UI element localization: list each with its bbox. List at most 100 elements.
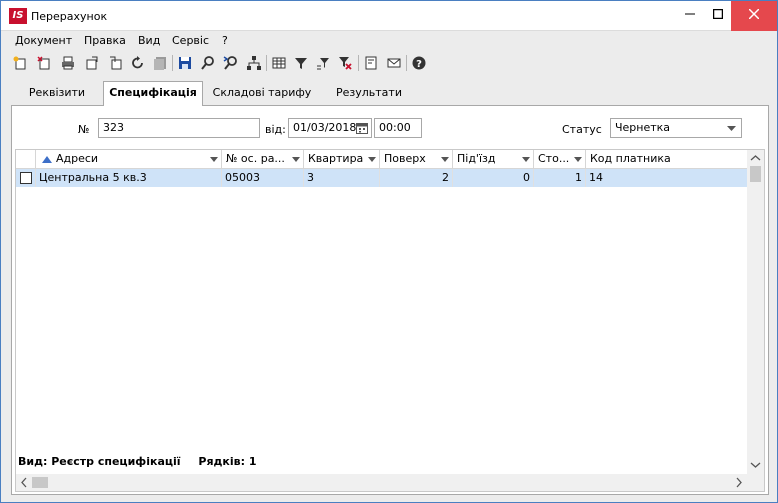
horizontal-scrollbar[interactable]	[16, 474, 747, 491]
scroll-thumb[interactable]	[750, 166, 761, 182]
table-cell[interactable]: 1	[534, 169, 586, 187]
maximize-icon	[712, 8, 724, 20]
menu-edit[interactable]: Правка	[84, 34, 126, 47]
clear-filter-button[interactable]	[336, 54, 354, 72]
refresh-button[interactable]	[129, 54, 147, 72]
find-next-button[interactable]	[222, 54, 240, 72]
help-icon: ?	[412, 56, 426, 70]
column-header-label: Адреси	[56, 152, 99, 165]
help-button[interactable]: ?	[410, 54, 428, 72]
column-header-riser[interactable]: Сто...	[534, 150, 586, 169]
column-header-address[interactable]: Адреси	[36, 150, 222, 169]
copy-doc-button[interactable]	[35, 54, 53, 72]
table-cell[interactable]: 05003	[222, 169, 304, 187]
table-icon	[272, 57, 286, 69]
row-checkbox[interactable]	[20, 172, 32, 184]
scroll-down-icon[interactable]	[747, 459, 764, 471]
column-header-account[interactable]: № ос. ра...	[222, 150, 304, 169]
mail-button[interactable]	[385, 54, 403, 72]
print-icon	[62, 56, 74, 70]
column-dropdown-icon[interactable]	[292, 157, 300, 162]
tab-results[interactable]: Результати	[321, 83, 417, 105]
title-bar: IS Перерахунок	[1, 1, 777, 31]
table-cell[interactable]: Центральна 5 кв.3	[36, 169, 222, 187]
document-button[interactable]	[362, 54, 380, 72]
table-cell[interactable]: 14	[586, 169, 747, 187]
maximize-button[interactable]	[703, 1, 733, 31]
window-title: Перерахунок	[31, 10, 108, 23]
row-count: Рядків: 1	[198, 455, 257, 468]
tab-tariff-components[interactable]: Складові тарифу	[205, 83, 319, 105]
column-dropdown-icon[interactable]	[522, 157, 530, 162]
row-select-cell[interactable]	[16, 169, 36, 187]
save-button[interactable]	[176, 54, 194, 72]
status-value: Чернетка	[615, 121, 671, 134]
hierarchy-button[interactable]	[245, 54, 263, 72]
scroll-up-icon[interactable]	[747, 152, 764, 164]
close-icon	[748, 8, 760, 20]
table-cell[interactable]: 2	[380, 169, 453, 187]
main-window: IS Перерахунок Документ Правка Вид Серві…	[0, 0, 778, 503]
toolbar-separator	[406, 55, 407, 71]
clear-filter-icon	[339, 57, 352, 70]
mail-icon	[387, 58, 401, 68]
minimize-icon	[685, 13, 695, 15]
filter-button[interactable]	[292, 54, 310, 72]
column-dropdown-icon[interactable]	[210, 157, 218, 162]
new-doc-icon	[13, 56, 26, 70]
menu-view[interactable]: Вид	[138, 34, 160, 47]
scroll-thumb[interactable]	[32, 477, 48, 488]
menu-document[interactable]: Документ	[15, 34, 72, 47]
table-button[interactable]	[270, 54, 288, 72]
column-header-label: Код платника	[590, 152, 671, 165]
disabled-button[interactable]	[151, 54, 169, 72]
filter-options-button[interactable]	[314, 54, 332, 72]
copy-doc-icon	[37, 56, 50, 70]
scroll-right-icon[interactable]	[733, 474, 745, 491]
print-button[interactable]	[59, 54, 77, 72]
column-dropdown-icon[interactable]	[441, 157, 449, 162]
date-field[interactable]: 01/03/2018	[288, 118, 372, 138]
status-select[interactable]: Чернетка	[610, 118, 742, 138]
scroll-left-icon[interactable]	[18, 474, 30, 491]
disabled-icon	[154, 57, 166, 70]
column-header-label: № ос. ра...	[226, 152, 285, 165]
export-button[interactable]	[83, 54, 101, 72]
document-icon	[365, 56, 377, 70]
menu-help[interactable]: ?	[222, 34, 228, 47]
vertical-scrollbar[interactable]	[747, 150, 764, 491]
column-header-apartment[interactable]: Квартира	[304, 150, 380, 169]
table-cell[interactable]: 3	[304, 169, 380, 187]
minimize-button[interactable]	[675, 1, 705, 31]
calendar-icon[interactable]	[356, 122, 368, 134]
menu-service[interactable]: Сервіс	[172, 34, 209, 47]
column-dropdown-icon[interactable]	[368, 157, 376, 162]
column-header-entrance[interactable]: Під'їзд	[453, 150, 534, 169]
tab-requisites[interactable]: Реквізити	[11, 83, 103, 105]
column-dropdown-icon[interactable]	[574, 157, 582, 162]
toolbar-separator	[172, 55, 173, 71]
table-cell[interactable]: 0	[453, 169, 534, 187]
time-field[interactable]: 00:00	[374, 118, 422, 138]
close-button[interactable]	[731, 1, 777, 31]
import-icon	[110, 56, 122, 70]
spec-grid: Адреси № ос. ра... Квартира Поверх Під'ї…	[15, 149, 765, 492]
chevron-down-icon	[727, 126, 736, 131]
column-header-floor[interactable]: Поверх	[380, 150, 453, 169]
sort-asc-icon	[42, 155, 52, 163]
svg-text:?: ?	[416, 59, 422, 70]
tab-specification[interactable]: Специфікація	[103, 81, 203, 106]
column-header-payer-code[interactable]: Код платника	[586, 150, 747, 169]
status-label: Статус	[562, 123, 602, 136]
save-icon	[179, 57, 191, 69]
import-button[interactable]	[107, 54, 125, 72]
new-doc-button[interactable]	[11, 54, 29, 72]
tab-strip: Реквізити Специфікація Складові тарифу Р…	[11, 81, 769, 106]
view-status: Вид: Реєстр специфікації	[18, 455, 181, 468]
number-field[interactable]: 323	[98, 118, 260, 138]
grid-corner-header	[16, 150, 36, 169]
search-button[interactable]	[199, 54, 217, 72]
number-label: №	[78, 123, 90, 136]
toolbar: ?	[1, 51, 777, 75]
hierarchy-icon	[247, 56, 261, 70]
